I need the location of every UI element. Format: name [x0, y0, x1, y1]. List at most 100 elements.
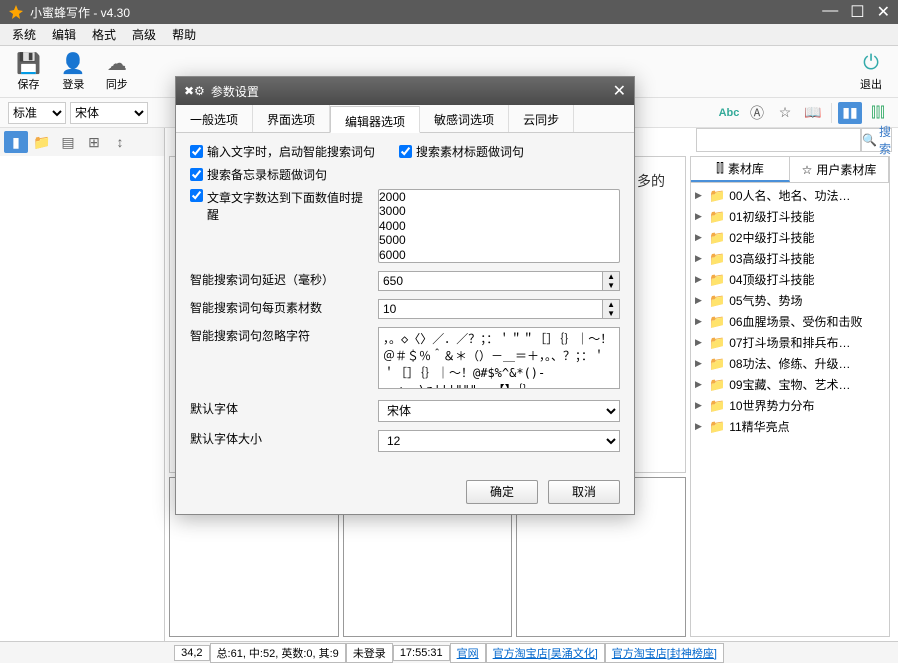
delay-input[interactable]	[378, 271, 603, 291]
tree-node-label: 02中级打斗技能	[729, 229, 814, 246]
expand-icon: ▶	[695, 253, 705, 264]
tree-node-label: 01初级打斗技能	[729, 208, 814, 225]
tree-node[interactable]: ▶ 📁02中级打斗技能	[691, 227, 889, 248]
link-website[interactable]: 官网	[450, 643, 486, 663]
word-count-list[interactable]: 20003000400050006000	[378, 189, 620, 263]
menu-help[interactable]: 帮助	[164, 24, 204, 45]
link-taobao-2[interactable]: 官方淘宝店[封神榜座]	[605, 643, 724, 663]
user-icon: 👤	[61, 52, 86, 76]
expand-icon: ▶	[695, 232, 705, 243]
login-button[interactable]: 👤 登录	[53, 48, 94, 96]
tree-node-label: 06血腥场景、受伤和击败	[729, 313, 862, 330]
fontsize-combo[interactable]: 12	[378, 430, 620, 452]
link-taobao-1[interactable]: 官方淘宝店[昊涌文化]	[486, 643, 605, 663]
expand-icon: ▶	[695, 358, 705, 369]
folder-icon: 📁	[709, 230, 725, 246]
expand-icon: ▶	[695, 295, 705, 306]
editor-text: 多的	[637, 171, 665, 191]
perpage-up[interactable]: ▲	[603, 300, 619, 309]
dialog-close-button[interactable]: ✕	[613, 81, 626, 101]
font-select[interactable]: 宋体	[70, 102, 148, 124]
cursor-pos: 34,2	[174, 645, 209, 661]
maximize-button[interactable]: ☐	[850, 2, 864, 22]
tree-node-label: 03高级打斗技能	[729, 250, 814, 267]
save-button[interactable]: 💾 保存	[8, 48, 49, 96]
right-panel: ⫿⫿素材库 ☆用户素材库 ▶📁00人名、地名、功法…▶📁01初级打斗技能▶📁02…	[690, 156, 890, 637]
dialog-title: 参数设置	[211, 83, 259, 100]
shelf-icon[interactable]: ⫿⫿⫿	[866, 102, 890, 124]
titlebar: 小蜜蜂写作 - v4.30 — ☐ ✕	[0, 0, 898, 24]
book-tab-icon[interactable]: ▮	[4, 131, 28, 153]
tab-material-lib[interactable]: ⫿⫿素材库	[691, 157, 790, 182]
tab-ui[interactable]: 界面选项	[253, 105, 330, 132]
tree-node[interactable]: ▶📁01初级打斗技能	[691, 206, 889, 227]
menu-format[interactable]: 格式	[84, 24, 124, 45]
tree-node[interactable]: ▶📁11精华亮点	[691, 416, 889, 437]
tree-node[interactable]: ▶📁07打斗场景和排兵布…	[691, 332, 889, 353]
cloud-icon: ☁	[107, 52, 127, 76]
menu-edit[interactable]: 编辑	[44, 24, 84, 45]
chk-search-memo[interactable]: 搜索备忘录标题做词句	[190, 166, 327, 183]
sync-button[interactable]: ☁ 同步	[98, 48, 136, 96]
tree-node[interactable]: ▶ 📁03高级打斗技能	[691, 248, 889, 269]
chk-smart-search[interactable]: 输入文字时，启动智能搜索词句	[190, 143, 375, 160]
minimize-button[interactable]: —	[822, 2, 838, 22]
folder-icon: 📁	[709, 398, 725, 414]
cancel-button[interactable]: 取消	[548, 480, 620, 504]
list-icon[interactable]: ▤	[56, 131, 80, 153]
folder-icon: 📁	[709, 251, 725, 267]
grid-icon[interactable]: ⊞	[82, 131, 106, 153]
chk-word-count[interactable]: 文章文字数达到下面数值时提醒	[190, 189, 370, 223]
tree-node-label: 04顶级打斗技能	[729, 271, 814, 288]
folder-icon: 📁	[709, 377, 725, 393]
login-status: 未登录	[346, 643, 393, 663]
tree-node[interactable]: ▶📁06血腥场景、受伤和击败	[691, 311, 889, 332]
delay-up[interactable]: ▲	[603, 272, 619, 281]
expand-icon: ▶	[695, 400, 705, 411]
tree-node[interactable]: ▶📁00人名、地名、功法…	[691, 185, 889, 206]
tree-node[interactable]: ▶ 📁10世界势力分布	[691, 395, 889, 416]
tree-node-label: 10世界势力分布	[729, 397, 814, 414]
book-icon[interactable]: 📖	[801, 102, 825, 124]
tab-sensitive[interactable]: 敏感词选项	[420, 105, 509, 132]
tab-user-lib[interactable]: ☆用户素材库	[790, 157, 889, 182]
perpage-down[interactable]: ▼	[603, 309, 619, 318]
close-button[interactable]: ✕	[877, 2, 890, 22]
tree-node[interactable]: ▶📁05气势、势场	[691, 290, 889, 311]
style-select[interactable]: 标准	[8, 102, 66, 124]
perpage-input[interactable]	[378, 299, 603, 319]
translate-icon[interactable]: Ⓐ	[745, 102, 769, 124]
tree-node-label: 08功法、修练、升级…	[729, 355, 850, 372]
menu-system[interactable]: 系统	[4, 24, 44, 45]
tree-node[interactable]: ▶ 📁04顶级打斗技能	[691, 269, 889, 290]
tab-editor[interactable]: 编辑器选项	[330, 106, 420, 133]
time: 17:55:31	[393, 645, 450, 661]
delay-label: 智能搜索词句延迟（毫秒）	[190, 271, 370, 288]
sort-icon[interactable]: ↕	[108, 131, 132, 153]
panel-view-icon[interactable]: ▮▮	[838, 102, 862, 124]
tree-node-label: 07打斗场景和排兵布…	[729, 334, 850, 351]
folder-icon[interactable]: 📁	[30, 131, 54, 153]
tab-general[interactable]: 一般选项	[176, 105, 253, 132]
app-icon	[8, 4, 24, 20]
star-icon: ☆	[802, 163, 813, 177]
folder-icon: 📁	[709, 272, 725, 288]
star-icon[interactable]: ☆	[773, 102, 797, 124]
chk-search-title[interactable]: 搜索素材标题做词句	[399, 143, 524, 160]
tree-node[interactable]: ▶📁09宝藏、宝物、艺术…	[691, 374, 889, 395]
delay-down[interactable]: ▼	[603, 281, 619, 290]
tree-node[interactable]: ▶📁08功法、修练、升级…	[691, 353, 889, 374]
expand-icon: ▶	[695, 274, 705, 285]
menu-advanced[interactable]: 高级	[124, 24, 164, 45]
ignore-chars-input[interactable]: ，。◇〈〉／．／？；：＇＂＂［］｛｝｜～！＠＃＄％＾＆＊（）－＿＝＋，。、？；：…	[378, 327, 620, 389]
abc-icon[interactable]: Abc	[717, 102, 741, 124]
fontsize-label: 默认字体大小	[190, 430, 370, 447]
exit-button[interactable]: ⏻ 退出	[852, 48, 890, 96]
tree-node-label: 00人名、地名、功法…	[729, 187, 850, 204]
material-tree: ▶📁00人名、地名、功法…▶📁01初级打斗技能▶📁02中级打斗技能▶📁03高级打…	[691, 183, 889, 636]
font-combo[interactable]: 宋体	[378, 400, 620, 422]
perpage-label: 智能搜索词句每页素材数	[190, 299, 370, 316]
save-icon: 💾	[16, 52, 41, 76]
ok-button[interactable]: 确定	[466, 480, 538, 504]
tab-cloud[interactable]: 云同步	[509, 105, 574, 132]
